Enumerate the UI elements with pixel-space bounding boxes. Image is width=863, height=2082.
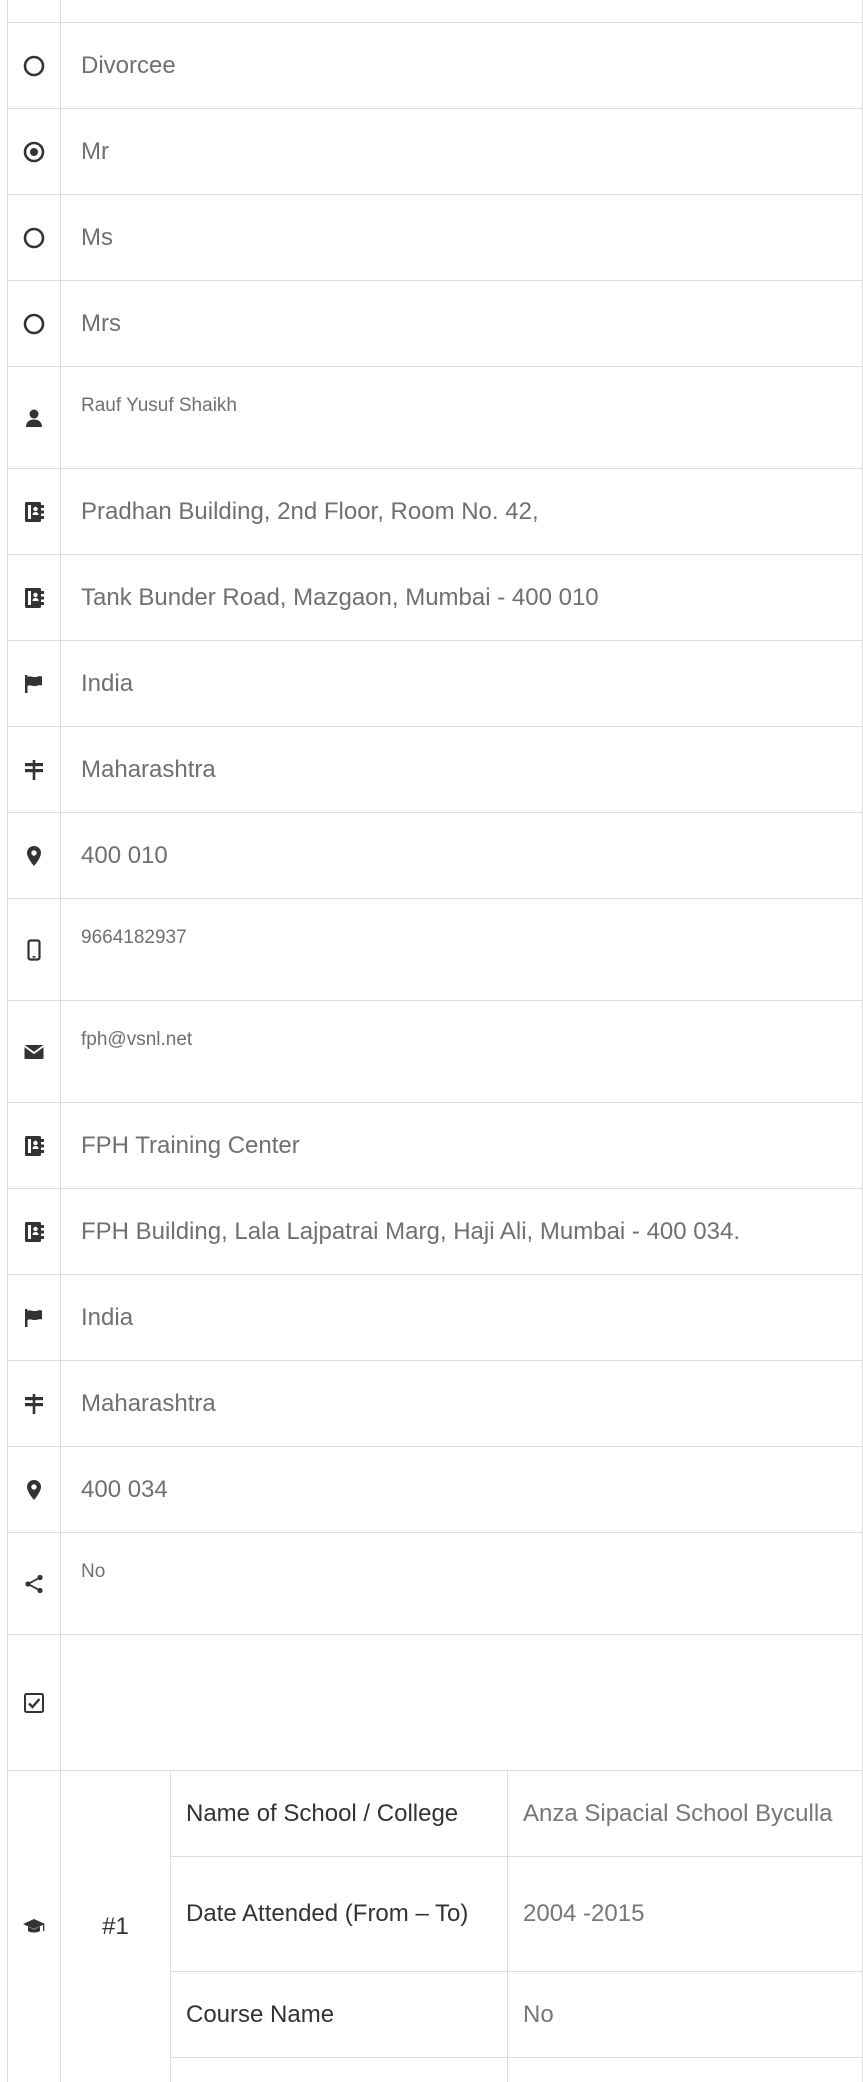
education-value: Anza Sipacial School Byculla (523, 1799, 833, 1827)
row-state: Maharashtra (7, 727, 863, 813)
row-office-country: India (7, 1275, 863, 1361)
option-row-mrs[interactable]: Mrs (7, 281, 863, 367)
map-marker-icon (7, 813, 61, 898)
option-label: Mrs (81, 309, 121, 337)
pincode-value: 400 010 (81, 841, 168, 869)
radio-icon[interactable] (7, 281, 61, 366)
office-pincode-value: 400 034 (81, 1475, 168, 1503)
row-email: fph@vsnl.net (7, 1001, 863, 1103)
address-line2-value: Tank Bunder Road, Mazgaon, Mumbai - 400 … (81, 583, 599, 611)
row-office-address: FPH Building, Lala Lajpatrai Marg, Haji … (7, 1189, 863, 1275)
option-label: Ms (81, 223, 113, 251)
office-state-value: Maharashtra (81, 1389, 216, 1417)
education-row: Course Name No (171, 1972, 863, 2058)
education-row: Date Attended (From – To) 2004 -2015 (171, 1857, 863, 1972)
address-line1-value: Pradhan Building, 2nd Floor, Room No. 42… (81, 497, 539, 525)
address-book-icon (7, 469, 61, 554)
table-row-partial (7, 0, 863, 23)
share-icon (7, 1533, 61, 1634)
education-table: #1 Name of School / College Anza Sipacia… (7, 1771, 863, 2082)
option-label: Mr (81, 137, 109, 165)
mobile-value: 9664182937 (81, 927, 187, 948)
referral-value: No (81, 1561, 106, 1582)
check-square-icon (7, 1635, 61, 1770)
office-address-value: FPH Building, Lala Lajpatrai Marg, Haji … (81, 1217, 740, 1245)
education-label: Name of School / College (171, 1771, 508, 1856)
user-icon (7, 367, 61, 468)
row-referral: No (7, 1533, 863, 1635)
flag-icon (7, 641, 61, 726)
row-office-name: FPH Training Center (7, 1103, 863, 1189)
address-book-icon (7, 555, 61, 640)
email-value: fph@vsnl.net (81, 1029, 193, 1050)
mobile-icon (7, 899, 61, 1000)
option-row-mr[interactable]: Mr (7, 109, 863, 195)
education-label (171, 2058, 508, 2082)
row-mobile: 9664182937 (7, 899, 863, 1001)
state-value: Maharashtra (81, 755, 216, 783)
education-row-partial (171, 2058, 863, 2082)
education-value: No (523, 2000, 554, 2028)
row-address-line1: Pradhan Building, 2nd Floor, Room No. 42… (7, 469, 863, 555)
education-value: 2004 -2015 (523, 1900, 645, 1927)
radio-icon[interactable] (7, 195, 61, 280)
address-book-icon (7, 1189, 61, 1274)
office-country-value: India (81, 1303, 134, 1331)
option-row-divorcee[interactable]: Divorcee (7, 23, 863, 109)
row-checklist (7, 1635, 863, 1771)
address-book-icon (7, 1103, 61, 1188)
row-country: India (7, 641, 863, 727)
row-pincode: 400 010 (7, 813, 863, 899)
row-full-name: Rauf Yusuf Shaikh (7, 367, 863, 469)
signpost-icon (7, 727, 61, 812)
row-address-line2: Tank Bunder Road, Mazgaon, Mumbai - 400 … (7, 555, 863, 641)
map-marker-icon (7, 1447, 61, 1532)
education-index: #1 (61, 1771, 171, 2082)
radio-icon[interactable] (7, 23, 61, 108)
country-value: India (81, 669, 134, 697)
full-name-value: Rauf Yusuf Shaikh (81, 395, 237, 416)
education-value (508, 2058, 863, 2082)
option-label: Divorcee (81, 51, 176, 79)
checklist-value (61, 1635, 863, 1770)
envelope-icon (7, 1001, 61, 1102)
flag-icon (7, 1275, 61, 1360)
signpost-icon (7, 1361, 61, 1446)
education-row: Name of School / College Anza Sipacial S… (171, 1771, 863, 1857)
option-row-ms[interactable]: Ms (7, 195, 863, 281)
icon-cell (7, 0, 61, 22)
radio-checked-icon[interactable] (7, 109, 61, 194)
education-label: Course Name (171, 1972, 508, 2057)
row-office-pincode: 400 034 (7, 1447, 863, 1533)
graduation-cap-icon (7, 1771, 61, 2082)
profile-details-sheet: Divorcee Mr Ms Mrs Rauf Yusuf Shaikh Pra… (0, 0, 863, 2082)
row-office-state: Maharashtra (7, 1361, 863, 1447)
office-name-value: FPH Training Center (81, 1131, 300, 1159)
education-label: Date Attended (From – To) (171, 1857, 508, 1971)
